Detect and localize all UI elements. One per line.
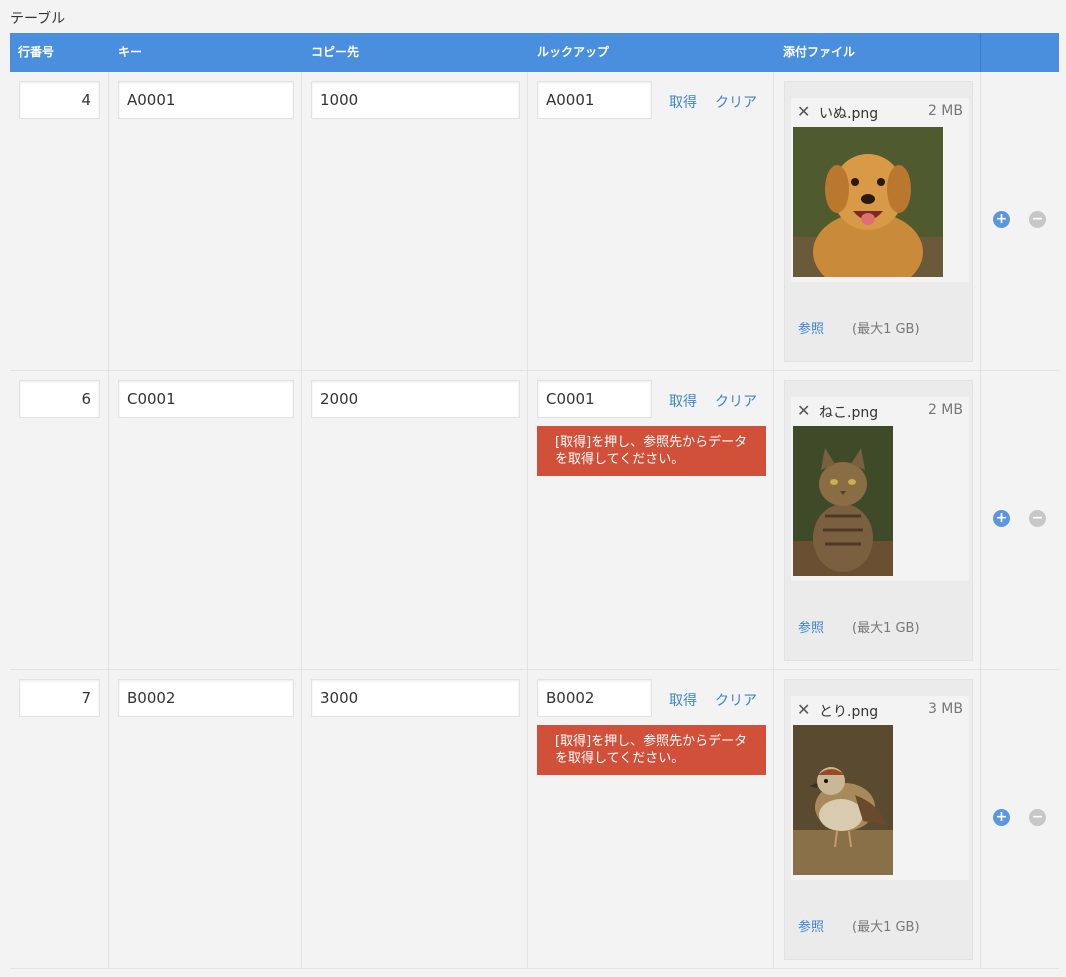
attachment-field: ✕ ねこ.png 2 MB 参照 (最大1 GB)	[784, 380, 973, 661]
size-limit: (最大1 GB)	[852, 322, 920, 337]
file-name[interactable]: とり.png	[819, 701, 878, 721]
column-divider	[108, 371, 109, 669]
remove-row-icon[interactable]: −	[1029, 510, 1046, 527]
fetch-button[interactable]: 取得	[669, 391, 697, 411]
add-row-icon[interactable]: +	[993, 211, 1010, 228]
clear-button[interactable]: クリア	[715, 690, 757, 710]
fetch-button[interactable]: 取得	[669, 690, 697, 710]
size-limit: (最大1 GB)	[852, 621, 920, 636]
row-actions: + −	[980, 371, 1059, 669]
clear-button[interactable]: クリア	[715, 92, 757, 112]
header-key: キー	[118, 45, 143, 59]
table-row: 7 B0002 3000 B0002 取得 クリア [取得]を押し、参照先からデ…	[10, 670, 1059, 969]
row-actions: + −	[980, 670, 1059, 968]
lookup-field[interactable]: C0001	[537, 380, 652, 418]
table-label: テーブル	[10, 11, 66, 27]
attachment-field: ✕ とり.png 3 MB 参照 (最大1 GB)	[784, 679, 973, 960]
key-field[interactable]: C0001	[118, 380, 294, 418]
size-limit: (最大1 GB)	[852, 920, 920, 935]
row-number-field[interactable]: 6	[19, 380, 100, 418]
attached-file: ✕ ねこ.png 2 MB	[791, 397, 969, 581]
fetch-button[interactable]: 取得	[669, 92, 697, 112]
lookup-field[interactable]: B0002	[537, 679, 652, 717]
attachment-field: ✕ いぬ.png 2 MB 参照 (最大1 GB)	[784, 81, 973, 362]
lookup-error-message: [取得]を押し、参照先からデータを取得してください。	[537, 725, 766, 775]
lookup-error-message: [取得]を押し、参照先からデータを取得してください。	[537, 426, 766, 476]
table-header: 行番号 キー コピー先 ルックアップ 添付ファイル	[10, 33, 1059, 72]
row-actions: + −	[980, 72, 1059, 370]
column-divider	[773, 670, 774, 968]
attached-file: ✕ とり.png 3 MB	[791, 696, 969, 880]
file-name[interactable]: いぬ.png	[819, 103, 878, 123]
header-lookup: ルックアップ	[537, 45, 610, 59]
remove-row-icon[interactable]: −	[1029, 211, 1046, 228]
column-divider	[301, 670, 302, 968]
column-divider	[108, 670, 109, 968]
browse-button[interactable]: 参照	[798, 318, 824, 337]
subtable: 行番号 キー コピー先 ルックアップ 添付ファイル 4 A0001 1000 A…	[10, 33, 1059, 969]
dog-photo-icon	[793, 127, 943, 277]
column-divider	[527, 670, 528, 968]
column-divider	[773, 72, 774, 370]
cat-photo-thumbnail[interactable]	[793, 426, 893, 576]
remove-row-icon[interactable]: −	[1029, 809, 1046, 826]
lookup-field[interactable]: A0001	[537, 81, 652, 119]
header-attachment: 添付ファイル	[783, 45, 856, 59]
bird-photo-thumbnail[interactable]	[793, 725, 893, 875]
add-row-icon[interactable]: +	[993, 809, 1010, 826]
column-divider	[301, 72, 302, 370]
table-row: 6 C0001 2000 C0001 取得 クリア [取得]を押し、参照先からデ…	[10, 371, 1059, 670]
attached-file: ✕ いぬ.png 2 MB	[791, 98, 969, 282]
add-row-icon[interactable]: +	[993, 510, 1010, 527]
remove-file-icon[interactable]: ✕	[797, 102, 810, 122]
column-divider	[527, 72, 528, 370]
browse-button[interactable]: 参照	[798, 916, 824, 935]
key-field[interactable]: B0002	[118, 679, 294, 717]
column-divider	[773, 371, 774, 669]
browse-button[interactable]: 参照	[798, 617, 824, 636]
bird-photo-icon	[793, 725, 893, 875]
clear-button[interactable]: クリア	[715, 391, 757, 411]
header-copy-to: コピー先	[311, 45, 360, 59]
copy-to-field[interactable]: 1000	[311, 81, 520, 119]
dog-photo-thumbnail[interactable]	[793, 127, 943, 277]
header-ops	[980, 33, 1059, 72]
remove-file-icon[interactable]: ✕	[797, 700, 810, 720]
column-divider	[527, 371, 528, 669]
header-row-no: 行番号	[18, 45, 55, 59]
copy-to-field[interactable]: 2000	[311, 380, 520, 418]
remove-file-icon[interactable]: ✕	[797, 401, 810, 421]
file-size: 2 MB	[927, 103, 963, 119]
key-field[interactable]: A0001	[118, 81, 294, 119]
copy-to-field[interactable]: 3000	[311, 679, 520, 717]
row-number-field[interactable]: 4	[19, 81, 100, 119]
file-size: 2 MB	[927, 402, 963, 418]
column-divider	[108, 72, 109, 370]
table-row: 4 A0001 1000 A0001 取得 クリア ✕ いぬ.png 2 MB	[10, 72, 1059, 371]
file-name[interactable]: ねこ.png	[819, 402, 878, 422]
cat-photo-icon	[793, 426, 893, 576]
file-size: 3 MB	[927, 701, 963, 717]
column-divider	[301, 371, 302, 669]
row-number-field[interactable]: 7	[19, 679, 100, 717]
